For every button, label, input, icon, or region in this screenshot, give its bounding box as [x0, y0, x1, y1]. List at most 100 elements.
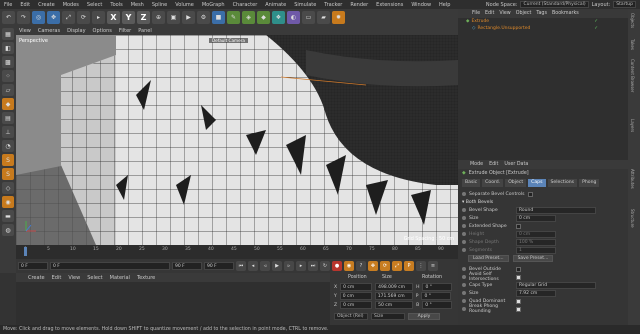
viewport-camera-label[interactable]: Default Camera: [208, 38, 248, 43]
apply-button[interactable]: Apply: [408, 313, 440, 320]
y-axis-lock-icon[interactable]: Y: [122, 11, 135, 24]
viewport-3d[interactable]: Perspective Default Camera Grid Spacing …: [16, 35, 458, 245]
menu-modes[interactable]: Modes: [59, 2, 83, 8]
live-selection-icon[interactable]: ◎: [32, 11, 45, 24]
deformer-icon[interactable]: ◐: [287, 11, 300, 24]
material-menu-select[interactable]: Select: [87, 275, 102, 281]
object-row-extrude[interactable]: ◆ Extrude ✓: [458, 18, 628, 25]
size-z-field[interactable]: 50 cm: [375, 301, 414, 309]
model-mode-icon[interactable]: ◧: [2, 42, 14, 54]
menu-tracker[interactable]: Tracker: [320, 2, 346, 8]
dock-tab-attributes[interactable]: Attributes: [630, 169, 635, 189]
animation-dot[interactable]: [462, 299, 466, 303]
bevel-outside-checkbox[interactable]: [516, 266, 521, 272]
lock-workplane-icon[interactable]: ◉: [2, 196, 14, 208]
next-frame-icon[interactable]: ▹: [284, 261, 294, 271]
size-y-field[interactable]: 171.569 cm: [374, 292, 413, 300]
rotation-b-field[interactable]: 0 °: [422, 301, 453, 309]
dock-tab-layers[interactable]: Layers: [630, 119, 635, 132]
tweak-mode-icon[interactable]: ◔: [2, 140, 14, 152]
camera-icon[interactable]: ▰: [317, 11, 330, 24]
size-field[interactable]: 0 cm: [516, 214, 556, 222]
cube-icon[interactable]: ■: [212, 11, 225, 24]
start-frame-field[interactable]: 0 F: [18, 262, 48, 270]
attr-menu-edit[interactable]: Edit: [489, 162, 498, 167]
menu-mesh[interactable]: Mesh: [127, 2, 148, 8]
timeline-ruler[interactable]: 051015202530354045505560657075808590: [16, 245, 458, 259]
animation-dot[interactable]: [462, 248, 466, 252]
key-position-icon[interactable]: ✥: [368, 261, 378, 271]
viewport-menu-view[interactable]: View: [19, 28, 31, 34]
go-to-end-icon[interactable]: ⏭: [308, 261, 318, 271]
menu-animate[interactable]: Animate: [261, 2, 290, 8]
menu-edit[interactable]: Edit: [16, 2, 34, 8]
pen-icon[interactable]: ✎: [227, 11, 240, 24]
material-menu-material[interactable]: Material: [110, 275, 130, 281]
dock-tab-takes[interactable]: Takes: [630, 39, 635, 50]
quad-dominant-checkbox[interactable]: [516, 298, 521, 304]
menu-window[interactable]: Window: [407, 2, 435, 8]
snap-settings-icon[interactable]: S: [2, 168, 14, 180]
animation-dot[interactable]: [462, 216, 466, 220]
object-name[interactable]: Rectangle.Unsupported: [477, 26, 530, 31]
object-row-rectangle[interactable]: ◇ Rectangle.Unsupported ✓: [458, 25, 628, 32]
coord-mode-select[interactable]: Object (Rel): [334, 313, 368, 320]
tab-caps[interactable]: Caps: [528, 178, 546, 187]
animation-dot[interactable]: [462, 240, 466, 244]
edges-mode-icon[interactable]: ▱: [2, 84, 14, 96]
dock-tab-objects[interactable]: Objects: [630, 13, 635, 28]
end-frame-field-2[interactable]: 90 F: [204, 262, 234, 270]
load-preset-button[interactable]: Load Preset...: [468, 254, 509, 262]
subdivision-icon[interactable]: ◈: [242, 11, 255, 24]
tab-object[interactable]: Object: [505, 178, 527, 187]
node-space-select[interactable]: Current (Standard/Physical): [520, 1, 589, 8]
key-scale-icon[interactable]: ⤢: [392, 261, 402, 271]
material-menu-create[interactable]: Create: [28, 275, 45, 281]
save-preset-button[interactable]: Save Preset...: [512, 254, 554, 262]
position-x-field[interactable]: 0 cm: [340, 283, 373, 291]
dock-tab-structure[interactable]: Structure: [630, 209, 635, 228]
current-frame-field[interactable]: 0 F: [50, 262, 170, 270]
separate-bevel-controls-checkbox[interactable]: [527, 191, 533, 197]
tab-selections[interactable]: Selections: [547, 178, 578, 187]
move-icon[interactable]: ✥: [47, 11, 60, 24]
make-editable-icon[interactable]: ▦: [2, 28, 14, 40]
coordinate-system-icon[interactable]: ⊕: [152, 11, 165, 24]
position-y-field[interactable]: 0 cm: [339, 292, 372, 300]
animation-dot[interactable]: [462, 283, 466, 287]
floor-icon[interactable]: ▭: [302, 11, 315, 24]
undo-icon[interactable]: ↶: [2, 11, 15, 24]
solo-icon[interactable]: ◍: [2, 224, 14, 236]
keyframe-selection-icon[interactable]: ?: [356, 261, 366, 271]
cap-size-field[interactable]: 7.92 cm: [516, 289, 556, 297]
menu-volume[interactable]: Volume: [171, 2, 198, 8]
prev-frame-icon[interactable]: ◃: [260, 261, 270, 271]
render-view-icon[interactable]: ▣: [167, 11, 180, 24]
bevel-shape-select[interactable]: Round: [516, 206, 596, 214]
record-icon[interactable]: ●: [332, 261, 342, 271]
animation-dot[interactable]: [462, 208, 466, 212]
menu-simulate[interactable]: Simulate: [290, 2, 320, 8]
render-settings-icon[interactable]: ⚙: [197, 11, 210, 24]
rotation-h-field[interactable]: 0 °: [422, 283, 453, 291]
animation-dot[interactable]: [462, 291, 466, 295]
animation-dot[interactable]: [462, 275, 466, 279]
viewport-menu-options[interactable]: Options: [93, 28, 112, 34]
avoid-self-intersections-checkbox[interactable]: [516, 274, 521, 280]
polygons-mode-icon[interactable]: ◆: [2, 98, 14, 110]
light-icon[interactable]: ✹: [332, 11, 345, 24]
go-to-start-icon[interactable]: ⏮: [236, 261, 246, 271]
key-pla-icon[interactable]: ⋮: [416, 261, 426, 271]
key-param-icon[interactable]: P: [404, 261, 414, 271]
caps-type-select[interactable]: Regular Grid: [516, 281, 596, 289]
position-z-field[interactable]: 0 cm: [340, 301, 373, 309]
recent-tools-icon[interactable]: ▸: [92, 11, 105, 24]
objmgr-menu-view[interactable]: View: [499, 11, 510, 16]
material-menu-texture[interactable]: Texture: [137, 275, 155, 281]
cloner-icon[interactable]: ❖: [272, 11, 285, 24]
snap-icon[interactable]: S: [2, 154, 14, 166]
viewport-menu-display[interactable]: Display: [67, 28, 85, 34]
objmgr-menu-edit[interactable]: Edit: [485, 11, 494, 16]
redo-icon[interactable]: ↷: [17, 11, 30, 24]
animation-dot[interactable]: [462, 192, 466, 196]
